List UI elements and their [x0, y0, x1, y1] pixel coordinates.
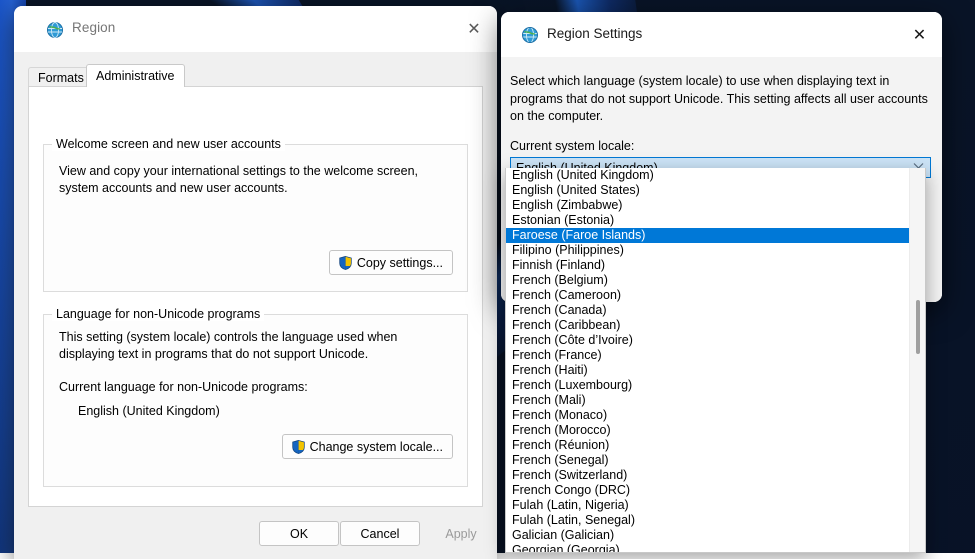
non-unicode-language-group-title: Language for non-Unicode programs: [52, 307, 265, 321]
system-locale-dropdown[interactable]: English (United Kingdom) English (United …: [505, 168, 926, 553]
tab-administrative[interactable]: Administrative: [86, 64, 185, 87]
change-system-locale-button-label: Change system locale...: [309, 439, 443, 454]
dropdown-option[interactable]: French (Cameroon): [506, 288, 909, 303]
copy-settings-button-label: Copy settings...: [356, 255, 443, 270]
change-system-locale-button[interactable]: Change system locale...: [281, 434, 453, 459]
dropdown-option[interactable]: English (United States): [506, 183, 909, 198]
dropdown-option[interactable]: French (Réunion): [506, 438, 909, 453]
region-settings-description: Select which language (system locale) to…: [510, 74, 928, 123]
current-language-label: Current language for non-Unicode program…: [59, 380, 308, 394]
region-window: Region ✕ Formats Administrative Welcome …: [14, 6, 497, 559]
ok-button[interactable]: OK: [259, 521, 339, 546]
region-settings-title: Region Settings: [547, 26, 643, 41]
dropdown-option[interactable]: French (Canada): [506, 303, 909, 318]
welcome-screen-groupbox: Welcome screen and new user accounts Vie…: [43, 137, 468, 292]
uac-shield-icon: [291, 439, 305, 454]
globe-icon: [47, 21, 63, 39]
dropdown-option[interactable]: Faroese (Faroe Islands): [506, 228, 909, 243]
dropdown-option[interactable]: Galician (Galician): [506, 528, 909, 543]
dropdown-option[interactable]: French (Côte d’Ivoire): [506, 333, 909, 348]
region-settings-titlebar: Region Settings ✕: [501, 12, 942, 57]
system-locale-option-list[interactable]: English (United Kingdom) English (United …: [506, 168, 909, 552]
non-unicode-language-groupbox: Language for non-Unicode programs This s…: [43, 307, 468, 487]
copy-settings-button[interactable]: Copy settings...: [328, 250, 453, 275]
welcome-screen-description: View and copy your international setting…: [59, 164, 418, 195]
close-icon[interactable]: ✕: [451, 6, 497, 52]
dropdown-option[interactable]: Georgian (Georgia): [506, 543, 909, 552]
dropdown-option[interactable]: French (Morocco): [506, 423, 909, 438]
region-dialog-buttons: OK Cancel Apply: [14, 507, 497, 559]
globe-icon: [522, 27, 538, 43]
region-titlebar: Region ✕: [14, 6, 497, 52]
dropdown-option[interactable]: French (Monaco): [506, 408, 909, 423]
dropdown-option[interactable]: French (Mali): [506, 393, 909, 408]
tab-formats[interactable]: Formats: [28, 67, 94, 87]
cancel-button[interactable]: Cancel: [340, 521, 420, 546]
administrative-tab-panel: Welcome screen and new user accounts Vie…: [28, 86, 483, 507]
non-unicode-language-description: This setting (system locale) controls th…: [59, 330, 398, 361]
dropdown-option[interactable]: Fulah (Latin, Senegal): [506, 513, 909, 528]
dropdown-scrollbar-thumb[interactable]: [916, 300, 920, 354]
dropdown-option[interactable]: French (France): [506, 348, 909, 363]
dropdown-option[interactable]: French (Belgium): [506, 273, 909, 288]
welcome-screen-group-title: Welcome screen and new user accounts: [52, 137, 285, 151]
dropdown-option[interactable]: Estonian (Estonia): [506, 213, 909, 228]
current-language-value: English (United Kingdom): [78, 404, 220, 418]
current-system-locale-label: Current system locale:: [510, 139, 635, 153]
uac-shield-icon: [339, 255, 352, 270]
dropdown-option[interactable]: English (United Kingdom): [506, 168, 909, 183]
dropdown-option[interactable]: French Congo (DRC): [506, 483, 909, 498]
close-icon[interactable]: ✕: [897, 12, 942, 57]
dropdown-option[interactable]: French (Senegal): [506, 453, 909, 468]
dropdown-option[interactable]: Finnish (Finland): [506, 258, 909, 273]
dropdown-scrollbar[interactable]: [909, 168, 925, 552]
region-window-title: Region: [72, 20, 116, 35]
dropdown-option[interactable]: English (Zimbabwe): [506, 198, 909, 213]
dropdown-option[interactable]: French (Haiti): [506, 363, 909, 378]
dropdown-option[interactable]: French (Caribbean): [506, 318, 909, 333]
dropdown-option[interactable]: Filipino (Philippines): [506, 243, 909, 258]
apply-button: Apply: [445, 526, 477, 541]
region-tabstrip: Formats Administrative: [28, 64, 483, 87]
dropdown-option[interactable]: French (Luxembourg): [506, 378, 909, 393]
dropdown-option[interactable]: French (Switzerland): [506, 468, 909, 483]
region-body: Formats Administrative Welcome screen an…: [14, 52, 497, 559]
dropdown-option[interactable]: Fulah (Latin, Nigeria): [506, 498, 909, 513]
